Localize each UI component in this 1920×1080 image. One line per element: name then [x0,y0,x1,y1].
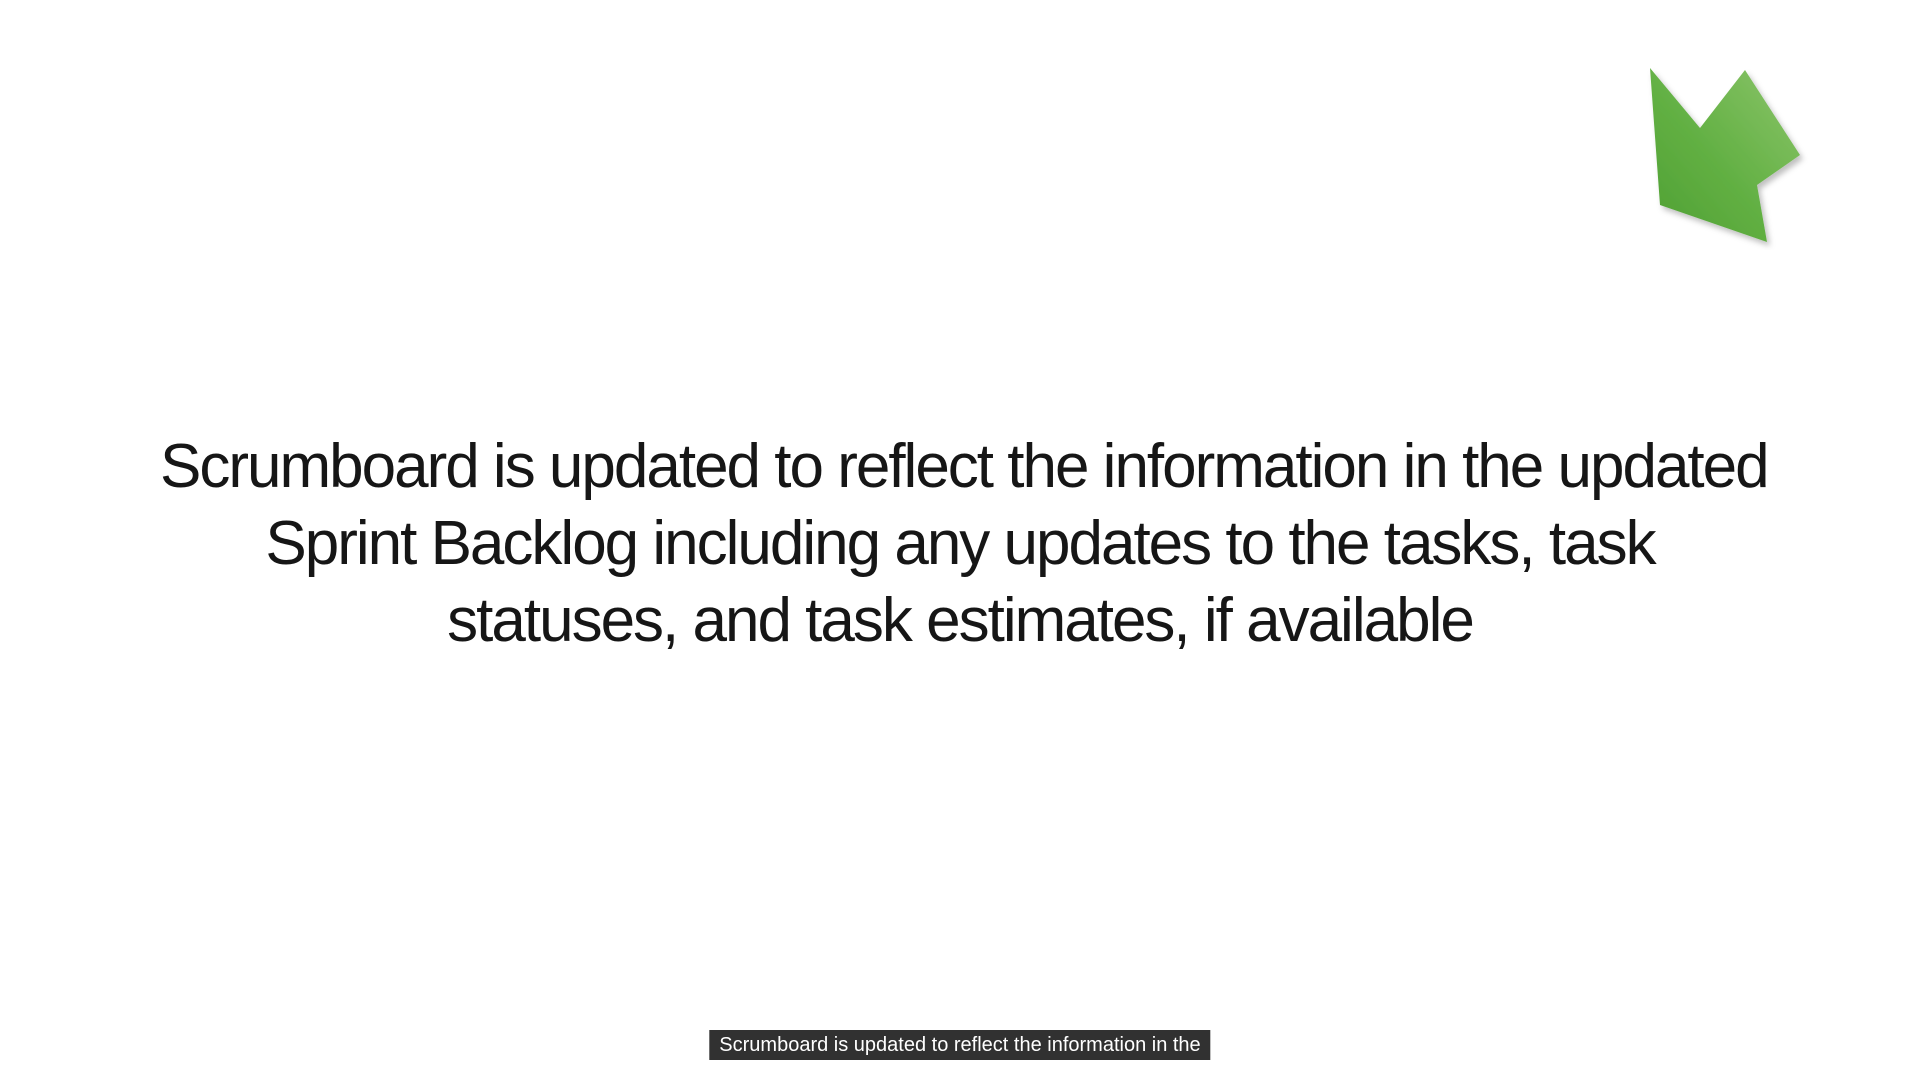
slide-text-line: Sprint Backlog including any updates to … [265,509,1656,578]
video-frame: Scrumboard is updated to reflect the inf… [0,0,1920,1080]
slide-text-line: statuses, and task estimates, if availab… [447,586,1475,655]
subtitle-caption: Scrumboard is updated to reflect the inf… [709,1030,1211,1060]
arrow-down-left-icon [1650,68,1800,242]
slide-body-text: Scrumboard is updated to reflect the inf… [160,428,1770,659]
slide-text-line: Scrumboard is updated to reflect the inf… [160,432,1770,501]
